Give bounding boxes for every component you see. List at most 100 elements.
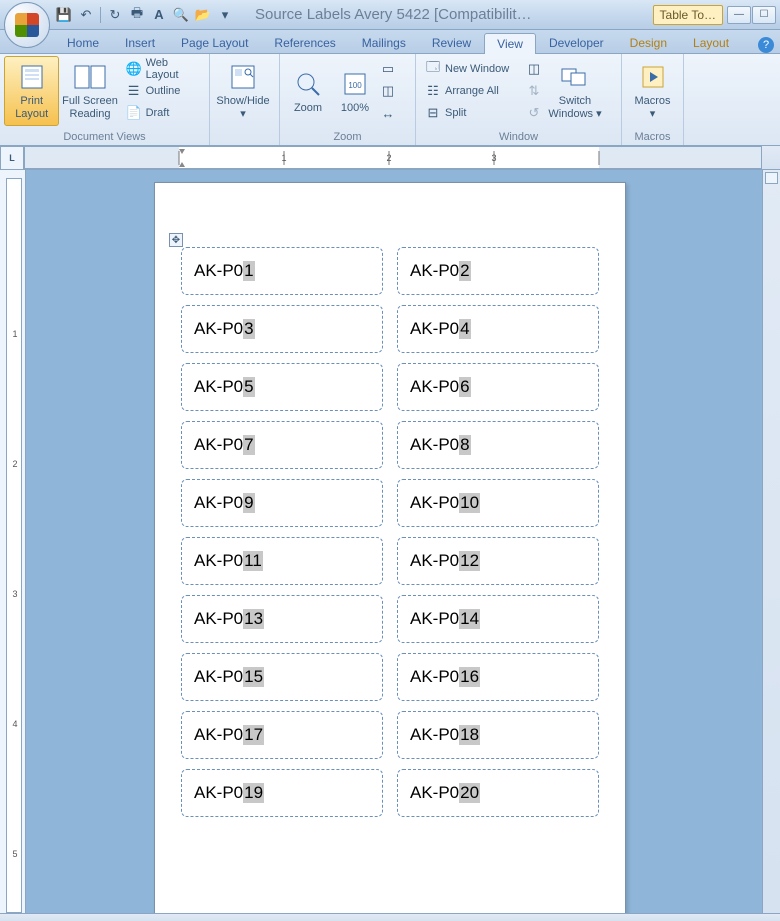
label-cell[interactable]: AK-P019: [181, 769, 383, 817]
tab-design[interactable]: Design: [617, 32, 680, 53]
open-icon[interactable]: 📂: [193, 5, 213, 25]
label-suffix-highlighted: 4: [459, 319, 470, 339]
vertical-ruler-area: 1 2 3 4 5: [0, 170, 26, 913]
zoom-icon: [292, 68, 324, 100]
table-move-handle-icon[interactable]: ✥: [169, 233, 183, 247]
tab-home[interactable]: Home: [54, 32, 112, 53]
draft-label: Draft: [146, 107, 170, 119]
sync-scroll-icon[interactable]: ⇅: [524, 80, 544, 102]
print-layout-label: Print Layout: [15, 95, 48, 120]
switch-windows-button[interactable]: Switch Windows ▾: [544, 56, 606, 126]
tab-layout[interactable]: Layout: [680, 32, 742, 53]
tab-insert[interactable]: Insert: [112, 32, 168, 53]
label-prefix: AK-P0: [410, 609, 459, 629]
web-layout-label: Web Layout: [146, 57, 200, 81]
split-icon: ⊟: [425, 105, 441, 121]
tab-view[interactable]: View: [484, 33, 536, 54]
vertical-ruler[interactable]: 1 2 3 4 5: [6, 178, 22, 913]
save-icon[interactable]: 💾: [54, 5, 74, 25]
label-suffix-highlighted: 6: [459, 377, 470, 397]
horizontal-ruler[interactable]: 1 2 3: [24, 146, 762, 169]
label-cell[interactable]: AK-P017: [181, 711, 383, 759]
minimize-button[interactable]: —: [727, 6, 751, 24]
tab-references[interactable]: References: [261, 32, 348, 53]
label-cell[interactable]: AK-P010: [397, 479, 599, 527]
search-icon[interactable]: 🔍: [171, 5, 191, 25]
switch-windows-label: Switch Windows ▾: [548, 95, 601, 120]
label-cell[interactable]: AK-P016: [397, 653, 599, 701]
vertical-scrollbar[interactable]: [762, 170, 780, 913]
label-cell[interactable]: AK-P02: [397, 247, 599, 295]
undo-icon[interactable]: ↶: [76, 5, 96, 25]
tab-mailings[interactable]: Mailings: [349, 32, 419, 53]
arrange-all-button[interactable]: ☷ Arrange All: [420, 80, 524, 102]
label-cell[interactable]: AK-P018: [397, 711, 599, 759]
macros-button[interactable]: Macros▾: [626, 56, 679, 126]
label-cell[interactable]: AK-P05: [181, 363, 383, 411]
label-cell[interactable]: AK-P09: [181, 479, 383, 527]
group-zoom: Zoom 100 100% ▭ ◫ ↔ Zoom: [280, 54, 416, 145]
label-cell[interactable]: AK-P08: [397, 421, 599, 469]
tab-selector[interactable]: L: [0, 146, 24, 170]
one-page-icon[interactable]: ▭: [378, 58, 398, 80]
more-icon[interactable]: ▾: [215, 5, 235, 25]
label-cell[interactable]: AK-P013: [181, 595, 383, 643]
quick-print-icon[interactable]: 🖶: [127, 5, 147, 25]
print-layout-button[interactable]: Print Layout: [4, 56, 59, 126]
view-side-by-side-icon[interactable]: ◫: [524, 58, 544, 80]
zoom-100-button[interactable]: 100 100%: [332, 56, 378, 126]
help-icon[interactable]: ?: [758, 37, 774, 53]
label-cell[interactable]: AK-P015: [181, 653, 383, 701]
office-button[interactable]: [4, 2, 50, 48]
macros-label: Macros▾: [634, 95, 670, 120]
show-hide-button[interactable]: Show/Hide ▾: [214, 56, 272, 126]
label-prefix: AK-P0: [194, 609, 243, 629]
label-suffix-highlighted: 19: [243, 783, 264, 803]
vruler-mark: 4: [5, 719, 25, 729]
label-suffix-highlighted: 13: [243, 609, 264, 629]
label-suffix-highlighted: 7: [243, 435, 254, 455]
restore-button[interactable]: ☐: [752, 6, 776, 24]
outline-button[interactable]: ☰ Outline: [121, 80, 205, 102]
document-area[interactable]: ✥ AK-P01AK-P02AK-P03AK-P04AK-P05AK-P06AK…: [26, 170, 762, 913]
label-suffix-highlighted: 12: [459, 551, 480, 571]
font-icon[interactable]: A: [149, 5, 169, 25]
tab-review[interactable]: Review: [419, 32, 484, 53]
horizontal-scrollbar[interactable]: [0, 913, 780, 921]
label-prefix: AK-P0: [194, 725, 243, 745]
label-cell[interactable]: AK-P012: [397, 537, 599, 585]
web-layout-button[interactable]: 🌐 Web Layout: [121, 58, 205, 80]
label-cell[interactable]: AK-P03: [181, 305, 383, 353]
label-cell[interactable]: AK-P07: [181, 421, 383, 469]
draft-icon: 📄: [126, 105, 142, 121]
label-cell[interactable]: AK-P01: [181, 247, 383, 295]
zoom-button[interactable]: Zoom: [284, 56, 332, 126]
label-suffix-highlighted: 10: [459, 493, 480, 513]
draft-button[interactable]: 📄 Draft: [121, 102, 205, 124]
label-cell[interactable]: AK-P020: [397, 769, 599, 817]
two-pages-icon[interactable]: ◫: [378, 80, 398, 102]
group-window: 🗔 New Window ☷ Arrange All ⊟ Split ◫ ⇅ ↺: [416, 54, 622, 145]
label-cell[interactable]: AK-P06: [397, 363, 599, 411]
scroll-up-icon[interactable]: [765, 172, 778, 184]
redo-icon[interactable]: ↻: [105, 5, 125, 25]
label-cell[interactable]: AK-P04: [397, 305, 599, 353]
label-suffix-highlighted: 8: [459, 435, 470, 455]
zoom-100-icon: 100: [339, 68, 371, 100]
label-suffix-highlighted: 15: [243, 667, 264, 687]
reset-window-icon[interactable]: ↺: [524, 102, 544, 124]
label-prefix: AK-P0: [194, 551, 243, 571]
label-prefix: AK-P0: [194, 493, 243, 513]
tab-page-layout[interactable]: Page Layout: [168, 32, 261, 53]
label-cell[interactable]: AK-P014: [397, 595, 599, 643]
label-suffix-highlighted: 16: [459, 667, 480, 687]
contextual-tab-table-tools[interactable]: Table To…: [653, 5, 723, 25]
full-screen-reading-button[interactable]: Full Screen Reading: [59, 56, 120, 126]
ruler-toggle[interactable]: [762, 146, 780, 169]
split-button[interactable]: ⊟ Split: [420, 102, 524, 124]
tab-developer[interactable]: Developer: [536, 32, 617, 53]
new-window-button[interactable]: 🗔 New Window: [420, 58, 524, 80]
page-width-icon[interactable]: ↔: [378, 102, 398, 124]
label-prefix: AK-P0: [194, 377, 243, 397]
label-cell[interactable]: AK-P011: [181, 537, 383, 585]
